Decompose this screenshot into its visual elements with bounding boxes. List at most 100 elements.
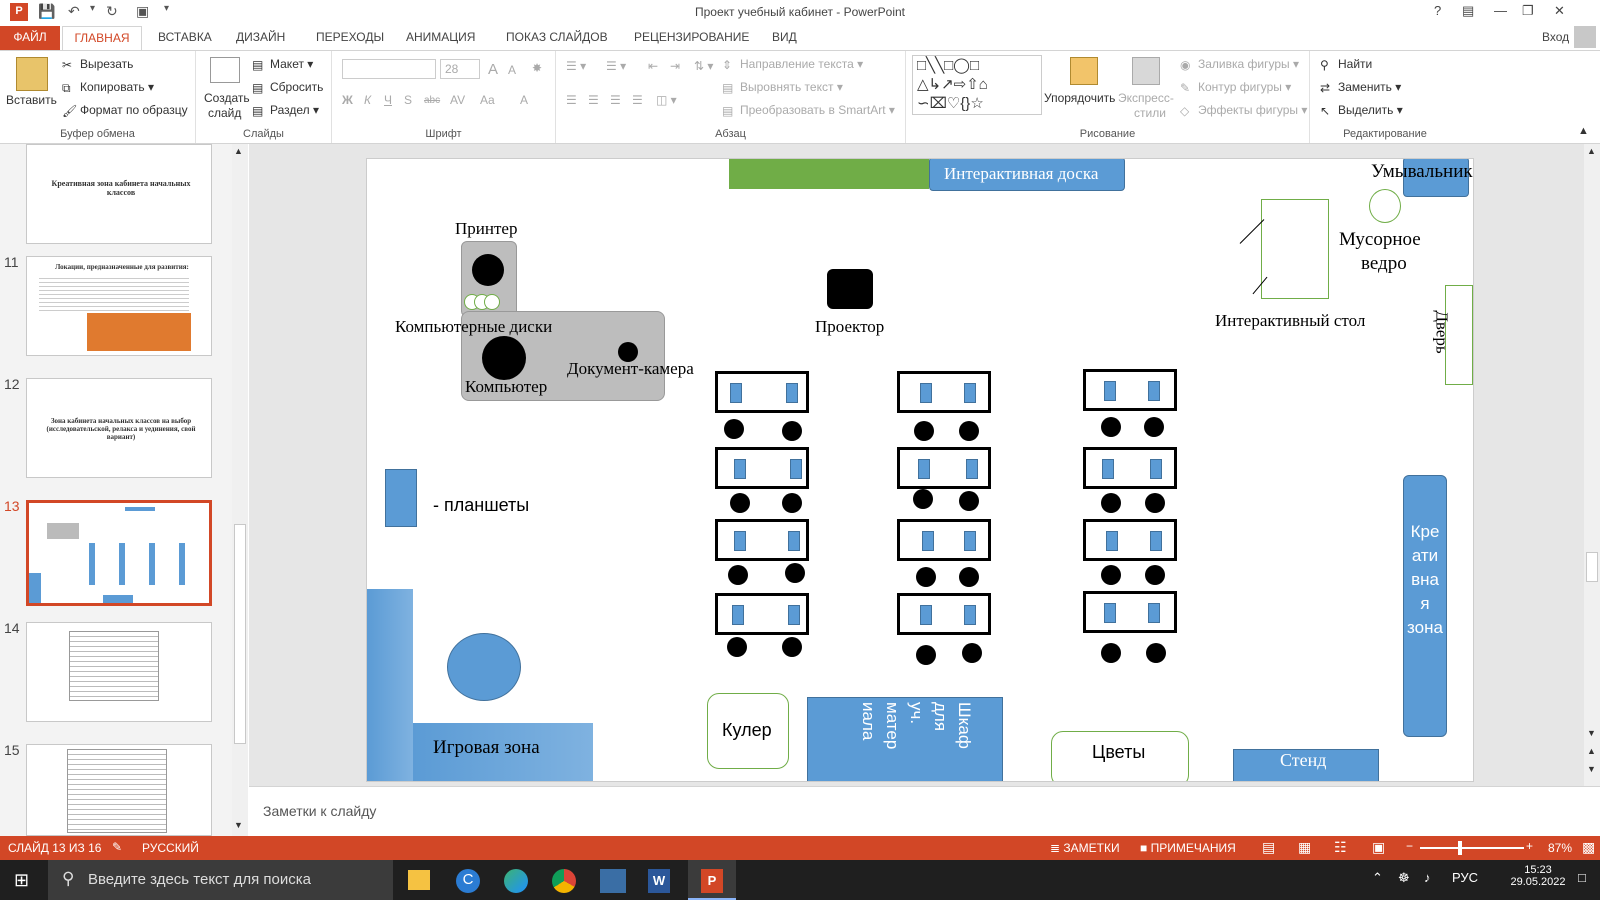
chair[interactable] [1101, 565, 1121, 585]
play-rug[interactable] [447, 633, 521, 701]
tab-view[interactable]: ВИД [772, 30, 797, 44]
zoom-slider-thumb[interactable] [1458, 841, 1462, 855]
chair[interactable] [1144, 417, 1164, 437]
paste-button[interactable]: Вставить [6, 93, 57, 107]
format-painter-button[interactable]: 🖌 Формат по образцу [62, 103, 188, 118]
student-desk[interactable] [1083, 591, 1177, 633]
chair[interactable] [727, 637, 747, 657]
slide-thumbnail[interactable]: Зона кабинета начальных классов на выбор… [26, 378, 212, 478]
file-explorer-icon[interactable] [408, 870, 430, 890]
close-button[interactable]: ✕ [1554, 3, 1565, 19]
chair[interactable] [730, 493, 750, 513]
italic-button[interactable]: К [364, 93, 371, 107]
windows-start-icon[interactable]: ⊞ [14, 870, 29, 891]
slide-sorter-icon[interactable]: ▦ [1298, 839, 1311, 856]
slide-thumbnail[interactable]: Креативная зона кабинета начальных класс… [26, 144, 212, 244]
font-color-button[interactable]: A [520, 93, 528, 107]
chair[interactable] [782, 637, 802, 657]
shapes-gallery[interactable]: □╲╲□◯□ △↳↗⇨⇧⌂ ∽⌧♡{}☆ [912, 55, 1042, 115]
chair[interactable] [1101, 417, 1121, 437]
board-green-bar[interactable] [729, 159, 929, 189]
slide-thumbnail-selected[interactable] [26, 500, 212, 606]
play-zone-wall[interactable] [367, 589, 413, 781]
slide-thumbnail[interactable] [26, 744, 212, 836]
tab-design[interactable]: ДИЗАЙН [236, 30, 285, 44]
find-button[interactable]: ⚲ Найти [1320, 57, 1372, 72]
zoom-slider[interactable] [1420, 847, 1524, 849]
align-center-icon[interactable]: ☰ [588, 93, 599, 107]
creative-zone[interactable]: Кре ати вна я зона [1403, 475, 1447, 737]
chair[interactable] [916, 645, 936, 665]
shadow-button[interactable]: S [404, 93, 412, 107]
powerpoint-taskbar-button[interactable]: P [688, 860, 736, 900]
spellcheck-icon[interactable]: ✎ [112, 840, 122, 854]
notifications-icon[interactable]: □ [1578, 870, 1586, 885]
notes-toggle[interactable]: ≣ ЗАМЕТКИ [1050, 841, 1120, 855]
slide-scrollbar[interactable]: ▲ ▼ ▲ ▼ [1584, 144, 1600, 786]
slide-thumbnail[interactable]: Локации, предназначенные для развития: [26, 256, 212, 356]
student-desk[interactable] [715, 447, 809, 489]
paste-icon[interactable] [16, 57, 48, 91]
slide-canvas[interactable]: Интерактивная доска Умывальник Мусорное … [366, 158, 1474, 782]
decrease-indent-icon[interactable]: ⇤ [648, 59, 658, 73]
chair[interactable] [1101, 643, 1121, 663]
bullets-icon[interactable]: ☰ ▾ [566, 59, 586, 73]
bold-button[interactable]: Ж [342, 93, 353, 107]
avatar[interactable] [1574, 26, 1596, 48]
strikethrough-button[interactable]: abc [424, 95, 440, 106]
scroll-down-icon[interactable]: ▼ [1587, 728, 1596, 738]
tab-animation[interactable]: АНИМАЦИЯ [406, 30, 475, 44]
align-right-icon[interactable]: ☰ [610, 93, 621, 107]
keyboard-language[interactable]: РУС [1452, 870, 1478, 885]
new-slide-icon[interactable] [210, 57, 240, 83]
tab-insert[interactable]: ВСТАВКА [158, 30, 212, 44]
comments-toggle[interactable]: ■ ПРИМЕЧАНИЯ [1140, 841, 1236, 855]
shape-effects-button[interactable]: ◇ Эффекты фигуры ▾ [1180, 103, 1307, 118]
student-desk[interactable] [715, 519, 809, 561]
zoom-in-icon[interactable]: + [1526, 839, 1533, 853]
section-button[interactable]: ▤ Раздел ▾ [252, 103, 319, 118]
layout-button[interactable]: ▤ Макет ▾ [252, 57, 313, 72]
student-desk[interactable] [1083, 519, 1177, 561]
collapse-ribbon-icon[interactable]: ▲ [1578, 125, 1589, 137]
cut-button[interactable]: ✂ Вырезать [62, 57, 133, 72]
interactive-table[interactable] [1261, 199, 1329, 299]
next-slide-icon[interactable]: ▼ [1587, 764, 1596, 774]
chair[interactable] [1146, 643, 1166, 663]
shape-outline-button[interactable]: ✎ Контур фигуры ▾ [1180, 80, 1291, 95]
ribbon-display-options-icon[interactable]: ▤ [1462, 3, 1474, 19]
edge-icon[interactable] [504, 869, 528, 893]
copy-button[interactable]: ⧉ Копировать ▾ [62, 80, 154, 95]
student-desk[interactable] [715, 371, 809, 413]
cooler[interactable]: Кулер [707, 693, 789, 769]
align-left-icon[interactable]: ☰ [566, 93, 577, 107]
thumbnails-scrollbar[interactable]: ▲ ▼ [232, 144, 248, 836]
chair[interactable] [782, 421, 802, 441]
justify-icon[interactable]: ☰ [632, 93, 643, 107]
previous-slide-icon[interactable]: ▲ [1587, 746, 1596, 756]
normal-view-icon[interactable]: ▤ [1262, 839, 1275, 856]
language-indicator[interactable]: РУССКИЙ [142, 841, 199, 855]
chair[interactable] [785, 563, 805, 583]
line-spacing-icon[interactable]: ⇅ ▾ [694, 59, 713, 73]
chair[interactable] [1145, 565, 1165, 585]
shape-fill-button[interactable]: ◉ Заливка фигуры ▾ [1180, 57, 1299, 72]
numbering-icon[interactable]: ☰ ▾ [606, 59, 626, 73]
network-app-icon[interactable] [600, 869, 626, 893]
slide-thumbnail[interactable] [26, 622, 212, 722]
align-text-button[interactable]: ▤ Выровнять текст ▾ [722, 80, 843, 95]
grow-font-button[interactable]: A [488, 61, 498, 78]
tab-home[interactable]: ГЛАВНАЯ [62, 26, 142, 50]
chair[interactable] [1101, 493, 1121, 513]
minimize-button[interactable]: — [1494, 3, 1507, 18]
underline-button[interactable]: Ч [384, 93, 392, 107]
tab-review[interactable]: РЕЦЕНЗИРОВАНИЕ [634, 30, 749, 44]
play-zone[interactable]: Игровая зона [413, 723, 593, 781]
volume-icon[interactable]: ♪ [1424, 870, 1431, 885]
reset-button[interactable]: ▤ Сбросить [252, 80, 323, 95]
new-slide-label-1[interactable]: Создать [204, 91, 250, 105]
replace-button[interactable]: ⇄ Заменить ▾ [1320, 80, 1401, 95]
clear-format-icon[interactable]: ✸ [532, 61, 542, 75]
chair[interactable] [916, 567, 936, 587]
columns-icon[interactable]: ◫ ▾ [656, 93, 677, 107]
